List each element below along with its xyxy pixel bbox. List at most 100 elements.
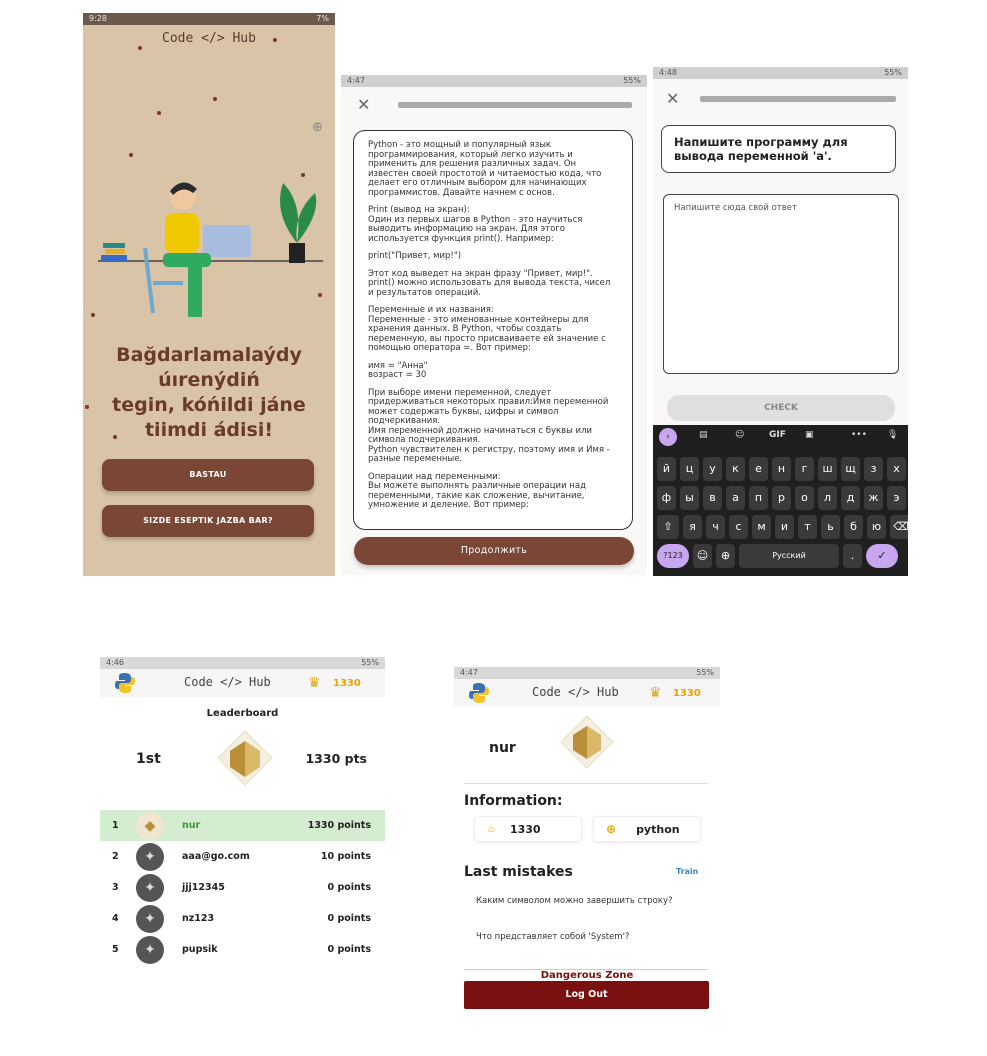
letter-key[interactable]: в [703,486,722,510]
shift-key[interactable]: ⇧ [657,515,679,539]
mic-icon[interactable]: 🎙 [887,430,898,440]
letter-key[interactable]: ч [706,515,725,539]
continue-button[interactable]: Продолжить [354,537,634,565]
letter-key[interactable]: я [683,515,702,539]
avatar: ✦ [136,873,164,902]
row-rank: 2 [112,851,119,862]
check-button[interactable]: CHECK [667,395,895,421]
status-bar: 4:46 55% [100,657,385,669]
exercise-progress-bar [700,96,896,102]
train-link[interactable]: Train [676,867,698,876]
lesson-paragraph: Python - это мощный и популярный язык пр… [368,140,602,198]
globe-icon: ⊕ [606,822,617,836]
app-logo: Code </> Hub [162,31,256,46]
letter-key[interactable]: з [864,457,883,481]
letter-key[interactable]: р [772,486,791,510]
lesson-paragraph: Print (вывод на экран): Один из первых ш… [368,205,583,244]
globe-icon[interactable]: ⊕ [312,120,323,135]
backspace-key[interactable]: ⌫ [890,515,908,539]
row-points: 0 points [327,882,371,893]
row-username: pupsik [182,944,218,955]
translate-icon[interactable]: ▣ [805,430,814,440]
letter-key[interactable]: ф [657,486,676,510]
app-logo: Code </> Hub [532,685,619,699]
letter-key[interactable]: ю [867,515,886,539]
letter-key[interactable]: с [729,515,748,539]
letter-key[interactable]: ш [818,457,837,481]
danger-zone-title: Dangerous Zone [534,970,640,981]
emoji-key[interactable]: ☺ [693,544,712,568]
avatar: ◆ [136,811,164,840]
battery-level: 55% [361,658,379,667]
mistake-item[interactable]: Каким символом можно завершить строку? [476,896,686,906]
rank-badge-icon [560,715,614,769]
close-icon[interactable]: ✕ [357,95,370,114]
letter-key[interactable]: т [798,515,817,539]
row-points: 0 points [327,944,371,955]
close-icon[interactable]: ✕ [666,89,679,108]
letter-key[interactable]: ь [821,515,840,539]
globe-icon[interactable]: ⊕ [716,544,735,568]
letter-key[interactable]: к [726,457,745,481]
rank-badge-icon [217,730,273,786]
letter-key[interactable]: д [841,486,860,510]
letter-key[interactable]: ц [680,457,699,481]
question-text: Напишите программу для вывода переменной… [661,125,896,173]
have-account-button[interactable]: SIZDE ESEPTIK JAZBA BAR? [102,505,314,537]
status-time: 9:28 [89,14,107,23]
letter-key[interactable]: л [818,486,837,510]
enter-key[interactable]: ✓ [866,544,898,568]
information-title: Information: [464,793,563,809]
letter-key[interactable]: м [752,515,771,539]
emoji-icon[interactable]: ☺ [735,430,744,440]
more-icon[interactable]: ••• [851,430,867,440]
python-logo-icon[interactable] [114,672,136,694]
letter-key[interactable]: ж [864,486,883,510]
avatar: ✦ [136,842,164,871]
letter-key[interactable]: п [749,486,768,510]
profile-screen: 4:47 55% Code </> Hub ♛ 1330 nur Informa… [454,667,720,1056]
gif-button[interactable]: GIF [769,430,786,440]
chevron-left-icon[interactable]: ‹ [659,428,677,446]
start-button[interactable]: BASTAU [102,459,314,491]
decor-dot [129,153,133,157]
lesson-screen: 4:47 55% ✕ Python - это мощный и популяр… [341,75,647,575]
letter-key[interactable]: а [726,486,745,510]
space-key[interactable]: Русский [739,544,839,568]
letter-key[interactable]: г [795,457,814,481]
keyboard-row: фывапролджэ [657,486,906,510]
numbers-key[interactable]: ?123 [657,544,689,568]
mistake-item[interactable]: Что представляет собой 'System'? [476,932,686,942]
python-logo-icon[interactable] [468,682,490,704]
leaderboard-row[interactable]: 3 ✦ jjj12345 0 points [100,872,385,903]
battery-level: 55% [696,668,714,677]
clipboard-icon[interactable]: ▤ [699,430,708,440]
letter-key[interactable]: э [887,486,906,510]
letter-key[interactable]: ы [680,486,699,510]
row-username: jjj12345 [182,882,225,893]
letter-key[interactable]: й [657,457,676,481]
leaderboard-row[interactable]: 1 ◆ nur 1330 points [100,810,385,841]
letter-key[interactable]: б [844,515,863,539]
avatar: ✦ [136,904,164,933]
letter-key[interactable]: у [703,457,722,481]
leaderboard-row[interactable]: 2 ✦ aaa@go.com 10 points [100,841,385,872]
lesson-paragraph: имя = "Анна" возраст = 30 [368,360,428,380]
period-key[interactable]: . [843,544,862,568]
letter-key[interactable]: х [887,457,906,481]
app-header: Code </> Hub ♛ 1330 [454,679,720,707]
answer-input[interactable]: Напишите сюда свой ответ [663,194,899,374]
programmer-illustration [98,182,323,317]
status-time: 4:48 [659,68,677,77]
welcome-screen: 9:28 7% Code </> Hub ⊕ Bağdarlamalaýdy ú… [83,13,335,576]
logout-button[interactable]: Log Out [464,981,709,1009]
letter-key[interactable]: н [772,457,791,481]
letter-key[interactable]: е [749,457,768,481]
leaderboard-row[interactable]: 4 ✦ nz123 0 points [100,903,385,934]
letter-key[interactable]: и [775,515,794,539]
letter-key[interactable]: о [795,486,814,510]
leaderboard-row[interactable]: 5 ✦ pupsik 0 points [100,934,385,965]
status-time: 4:47 [460,668,478,677]
letter-key[interactable]: щ [841,457,860,481]
row-points: 10 points [320,851,371,862]
